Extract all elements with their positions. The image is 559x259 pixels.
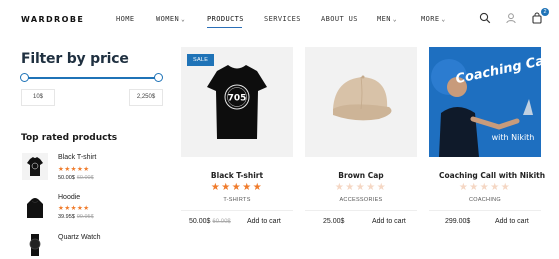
product-price: 299.00$ xyxy=(445,218,470,225)
price-old: 99.95$ xyxy=(76,214,94,220)
top-rated-thumb-hoodie[interactable] xyxy=(22,194,48,221)
product-name[interactable]: Coaching Call with Nikith xyxy=(439,171,559,180)
nav-more[interactable]: MORE ⌄ xyxy=(421,15,445,23)
site-header: WARDROBE HOME WOMEN ⌄ PRODUCTS SERVICES A… xyxy=(0,0,559,40)
top-rated-stars: ★★★★★ xyxy=(58,205,90,212)
product-rating-stars: ★★★★★ xyxy=(334,182,388,193)
product-price: 50.00$ 60.00$ xyxy=(189,218,231,225)
product-price: 25.00$ xyxy=(323,218,344,225)
nav-products[interactable]: PRODUCTS xyxy=(207,15,244,23)
price-slider-min-handle[interactable] xyxy=(20,73,29,82)
user-icon[interactable] xyxy=(505,12,517,24)
nav-women[interactable]: WOMEN ⌄ xyxy=(156,15,185,23)
nav-home-label: HOME xyxy=(116,15,135,23)
product-category[interactable]: COACHING xyxy=(429,197,541,203)
price-max-field[interactable]: 2,250$ xyxy=(129,89,163,106)
add-to-cart-button[interactable]: Add to cart xyxy=(495,218,529,225)
nav-active-indicator xyxy=(207,27,242,28)
coaching-call-image: Coaching Call with Nikith xyxy=(429,47,541,157)
chevron-down-icon: ⌄ xyxy=(181,16,186,23)
product-rating-stars: ★★★★★ xyxy=(458,182,512,193)
add-to-cart-button[interactable]: Add to cart xyxy=(372,218,406,225)
product-category[interactable]: T-SHIRTS xyxy=(181,197,293,203)
price-current: 39.95$ xyxy=(58,214,75,220)
top-rated-price: 50.00$ 60.00$ xyxy=(58,175,94,181)
product-image-brown-cap[interactable] xyxy=(305,47,417,157)
product-name[interactable]: Black T-shirt xyxy=(181,171,293,180)
price-current: 50.00$ xyxy=(58,175,75,181)
price-current: 299.00$ xyxy=(445,218,471,225)
search-icon[interactable] xyxy=(479,12,491,24)
tshirt-print-text: 705 xyxy=(228,94,247,104)
nav-services-label: SERVICES xyxy=(264,15,301,23)
top-rated-name[interactable]: Hoodie xyxy=(58,194,80,201)
nav-home[interactable]: HOME xyxy=(116,15,134,23)
cart-count-badge: 2 xyxy=(541,8,549,16)
top-rated-stars: ★★★★★ xyxy=(58,166,90,173)
top-rated-thumb-tshirt[interactable] xyxy=(22,153,48,180)
card-divider xyxy=(305,210,417,211)
top-rated-name[interactable]: Quartz Watch xyxy=(58,234,101,241)
price-old: 60.00$ xyxy=(212,219,231,225)
nav-men-label: MEN xyxy=(377,15,391,23)
product-category[interactable]: ACCESSORIES xyxy=(305,197,417,203)
sale-badge: SALE xyxy=(187,54,215,66)
price-slider-track[interactable] xyxy=(25,77,158,79)
tshirt-image xyxy=(27,157,43,176)
price-slider-max-handle[interactable] xyxy=(154,73,163,82)
price-min-field[interactable]: 10$ xyxy=(21,89,55,106)
site-logo[interactable]: WARDROBE xyxy=(21,15,84,24)
card-divider xyxy=(181,210,293,211)
chevron-down-icon: ⌄ xyxy=(441,16,446,23)
nav-services[interactable]: SERVICES xyxy=(264,15,301,23)
nav-about-us-label: ABOUT US xyxy=(321,15,358,23)
coaching-caption-text: with Nikith xyxy=(492,133,535,142)
nav-more-label: MORE xyxy=(421,15,440,23)
product-name[interactable]: Brown Cap xyxy=(305,171,417,180)
top-rated-title: Top rated products xyxy=(21,133,118,143)
brown-cap-image xyxy=(333,75,392,121)
nav-men[interactable]: MEN ⌄ xyxy=(377,15,397,23)
top-rated-name[interactable]: Black T-shirt xyxy=(58,154,96,161)
add-to-cart-button[interactable]: Add to cart xyxy=(247,218,281,225)
product-image-coaching-call[interactable]: Coaching Call with Nikith xyxy=(429,47,541,157)
price-current: 50.00$ xyxy=(189,218,211,225)
card-divider xyxy=(429,210,541,211)
product-rating-stars: ★★★★★ xyxy=(210,182,264,193)
nav-about-us[interactable]: ABOUT US xyxy=(321,15,358,23)
hoodie-image xyxy=(27,198,43,218)
chevron-down-icon: ⌄ xyxy=(392,16,397,23)
top-rated-price: 39.95$ 99.95$ xyxy=(58,214,94,220)
nav-products-label: PRODUCTS xyxy=(207,15,244,23)
nav-women-label: WOMEN xyxy=(156,15,180,23)
product-image-black-tshirt[interactable]: SALE 705 xyxy=(181,47,293,157)
filter-title: Filter by price xyxy=(21,51,129,67)
price-old: 60.00$ xyxy=(76,175,94,181)
price-current: 25.00$ xyxy=(323,218,345,225)
